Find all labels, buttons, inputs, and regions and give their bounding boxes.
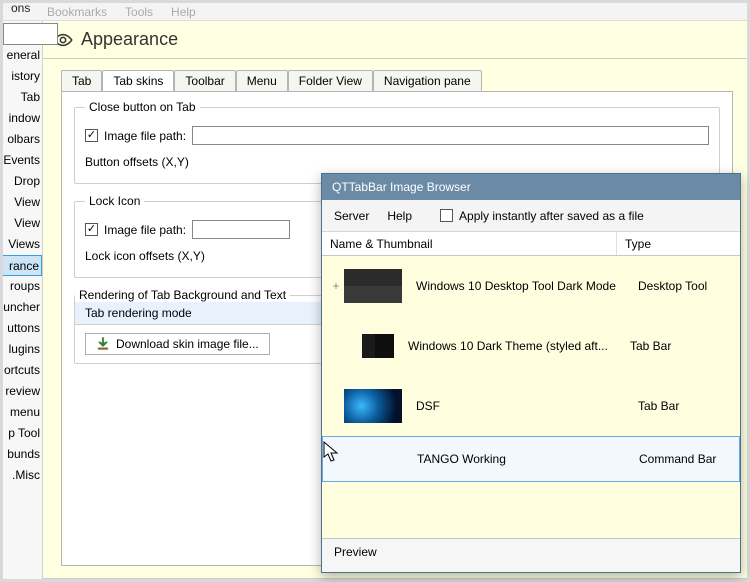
close-imgpath-checkbox[interactable] xyxy=(85,129,98,142)
close-imgpath-input[interactable] xyxy=(192,126,709,145)
lock-imgpath-checkbox[interactable] xyxy=(85,223,98,236)
item-type: Tab Bar xyxy=(626,339,740,353)
image-browser-titlebar[interactable]: QTTabBar Image Browser xyxy=(322,174,740,200)
sidebar-item[interactable]: bunds xyxy=(3,444,42,465)
sidebar-search-input[interactable] xyxy=(3,23,58,45)
sidebar-item[interactable]: p Tool xyxy=(3,423,42,444)
thumbnail xyxy=(344,269,402,303)
item-name: Windows 10 Desktop Tool Dark Mode xyxy=(416,279,634,293)
sidebar-item[interactable]: indow xyxy=(3,108,42,129)
sidebar-item[interactable]: Views xyxy=(3,234,42,255)
sidebar-item[interactable]: View xyxy=(3,192,42,213)
group-legend: Close button on Tab xyxy=(85,100,200,114)
apply-instantly-checkbox[interactable] xyxy=(440,209,453,222)
item-type: Command Bar xyxy=(635,452,739,466)
list-item[interactable]: +DSFTab Bar xyxy=(322,376,740,436)
sidebar-item[interactable]: uncher xyxy=(3,297,42,318)
menubar-item: Bookmarks xyxy=(47,5,107,19)
lock-imgpath-label: Image file path: xyxy=(104,223,186,237)
sidebar: eneralistoryTabindowolbarsEventsDropView… xyxy=(3,21,43,579)
item-name: Windows 10 Dark Theme (styled aft... xyxy=(408,339,626,353)
menubar-item: Tools xyxy=(125,5,153,19)
tab-tab[interactable]: Tab xyxy=(61,70,102,92)
thumbnail xyxy=(362,334,394,358)
apply-instantly-label: Apply instantly after saved as a file xyxy=(459,209,644,223)
sidebar-item[interactable]: review xyxy=(3,381,42,402)
download-skin-button[interactable]: Download skin image file... xyxy=(85,333,270,355)
download-skin-label: Download skin image file... xyxy=(116,337,259,351)
sidebar-item[interactable]: olbars xyxy=(3,129,42,150)
tab-strip: TabTab skinsToolbarMenuFolder ViewNaviga… xyxy=(61,69,747,91)
menu-help[interactable]: Help xyxy=(387,209,412,223)
image-browser-window[interactable]: QTTabBar Image Browser Server Help Apply… xyxy=(321,173,741,573)
list-item[interactable]: +TANGO WorkingCommand Bar xyxy=(322,436,740,482)
sidebar-item[interactable]: menu xyxy=(3,402,42,423)
preview-section-label: Preview xyxy=(322,538,740,572)
item-name: TANGO Working xyxy=(417,452,635,466)
sidebar-item[interactable]: uttons xyxy=(3,318,42,339)
close-offsets-label: Button offsets (X,Y) xyxy=(85,155,189,169)
page-title: Appearance xyxy=(81,29,178,50)
sidebar-item[interactable]: Drop xyxy=(3,171,42,192)
tab-folder-view[interactable]: Folder View xyxy=(288,70,373,92)
sidebar-item[interactable]: View xyxy=(3,213,42,234)
menu-server[interactable]: Server xyxy=(334,209,369,223)
sidebar-item[interactable]: ortcuts xyxy=(3,360,42,381)
group-legend: Lock Icon xyxy=(85,194,144,208)
item-type: Tab Bar xyxy=(634,399,740,413)
image-browser-menubar: Server Help Apply instantly after saved … xyxy=(322,200,740,232)
tab-menu[interactable]: Menu xyxy=(236,70,288,92)
item-type: Desktop Tool xyxy=(634,279,740,293)
sidebar-item[interactable]: roups xyxy=(3,276,42,297)
col-name-header[interactable]: Name & Thumbnail xyxy=(322,232,617,255)
expand-icon[interactable]: + xyxy=(330,279,342,293)
item-name: DSF xyxy=(416,399,634,413)
list-header: Name & Thumbnail Type xyxy=(322,232,740,256)
download-icon xyxy=(96,337,110,351)
tab-toolbar[interactable]: Toolbar xyxy=(174,70,235,92)
sidebar-item[interactable]: Events xyxy=(3,150,42,171)
sidebar-item[interactable]: lugins xyxy=(3,339,42,360)
image-browser-title: QTTabBar Image Browser xyxy=(332,180,471,194)
window-title-tail: ons xyxy=(11,1,30,15)
tab-tab-skins[interactable]: Tab skins xyxy=(102,70,174,92)
sidebar-item[interactable]: Misc. xyxy=(3,465,42,486)
tab-navigation-pane[interactable]: Navigation pane xyxy=(373,70,482,92)
lock-offsets-label: Lock icon offsets (X,Y) xyxy=(85,249,205,263)
close-imgpath-label: Image file path: xyxy=(104,129,186,143)
group-close-button: Close button on Tab Image file path: But… xyxy=(74,100,720,184)
sidebar-item[interactable]: Tab xyxy=(3,87,42,108)
lock-imgpath-input[interactable] xyxy=(192,220,290,239)
image-browser-list: Name & Thumbnail Type + Windows 10 Deskto… xyxy=(322,232,740,538)
sidebar-item[interactable]: eneral xyxy=(3,45,42,66)
group-legend: Rendering of Tab Background and Text xyxy=(75,288,290,302)
parent-menubar: Bookmarks Tools Help xyxy=(3,3,747,21)
thumbnail xyxy=(344,389,402,423)
list-item[interactable]: +Windows 10 Dark Theme (styled aft...Tab… xyxy=(322,316,740,376)
col-type-header[interactable]: Type xyxy=(617,232,740,256)
sidebar-item[interactable]: istory xyxy=(3,66,42,87)
menubar-item: Help xyxy=(171,5,196,19)
list-item[interactable]: + Windows 10 Desktop Tool Dark ModeDeskto… xyxy=(322,256,740,316)
sidebar-item[interactable]: rance xyxy=(3,255,42,276)
